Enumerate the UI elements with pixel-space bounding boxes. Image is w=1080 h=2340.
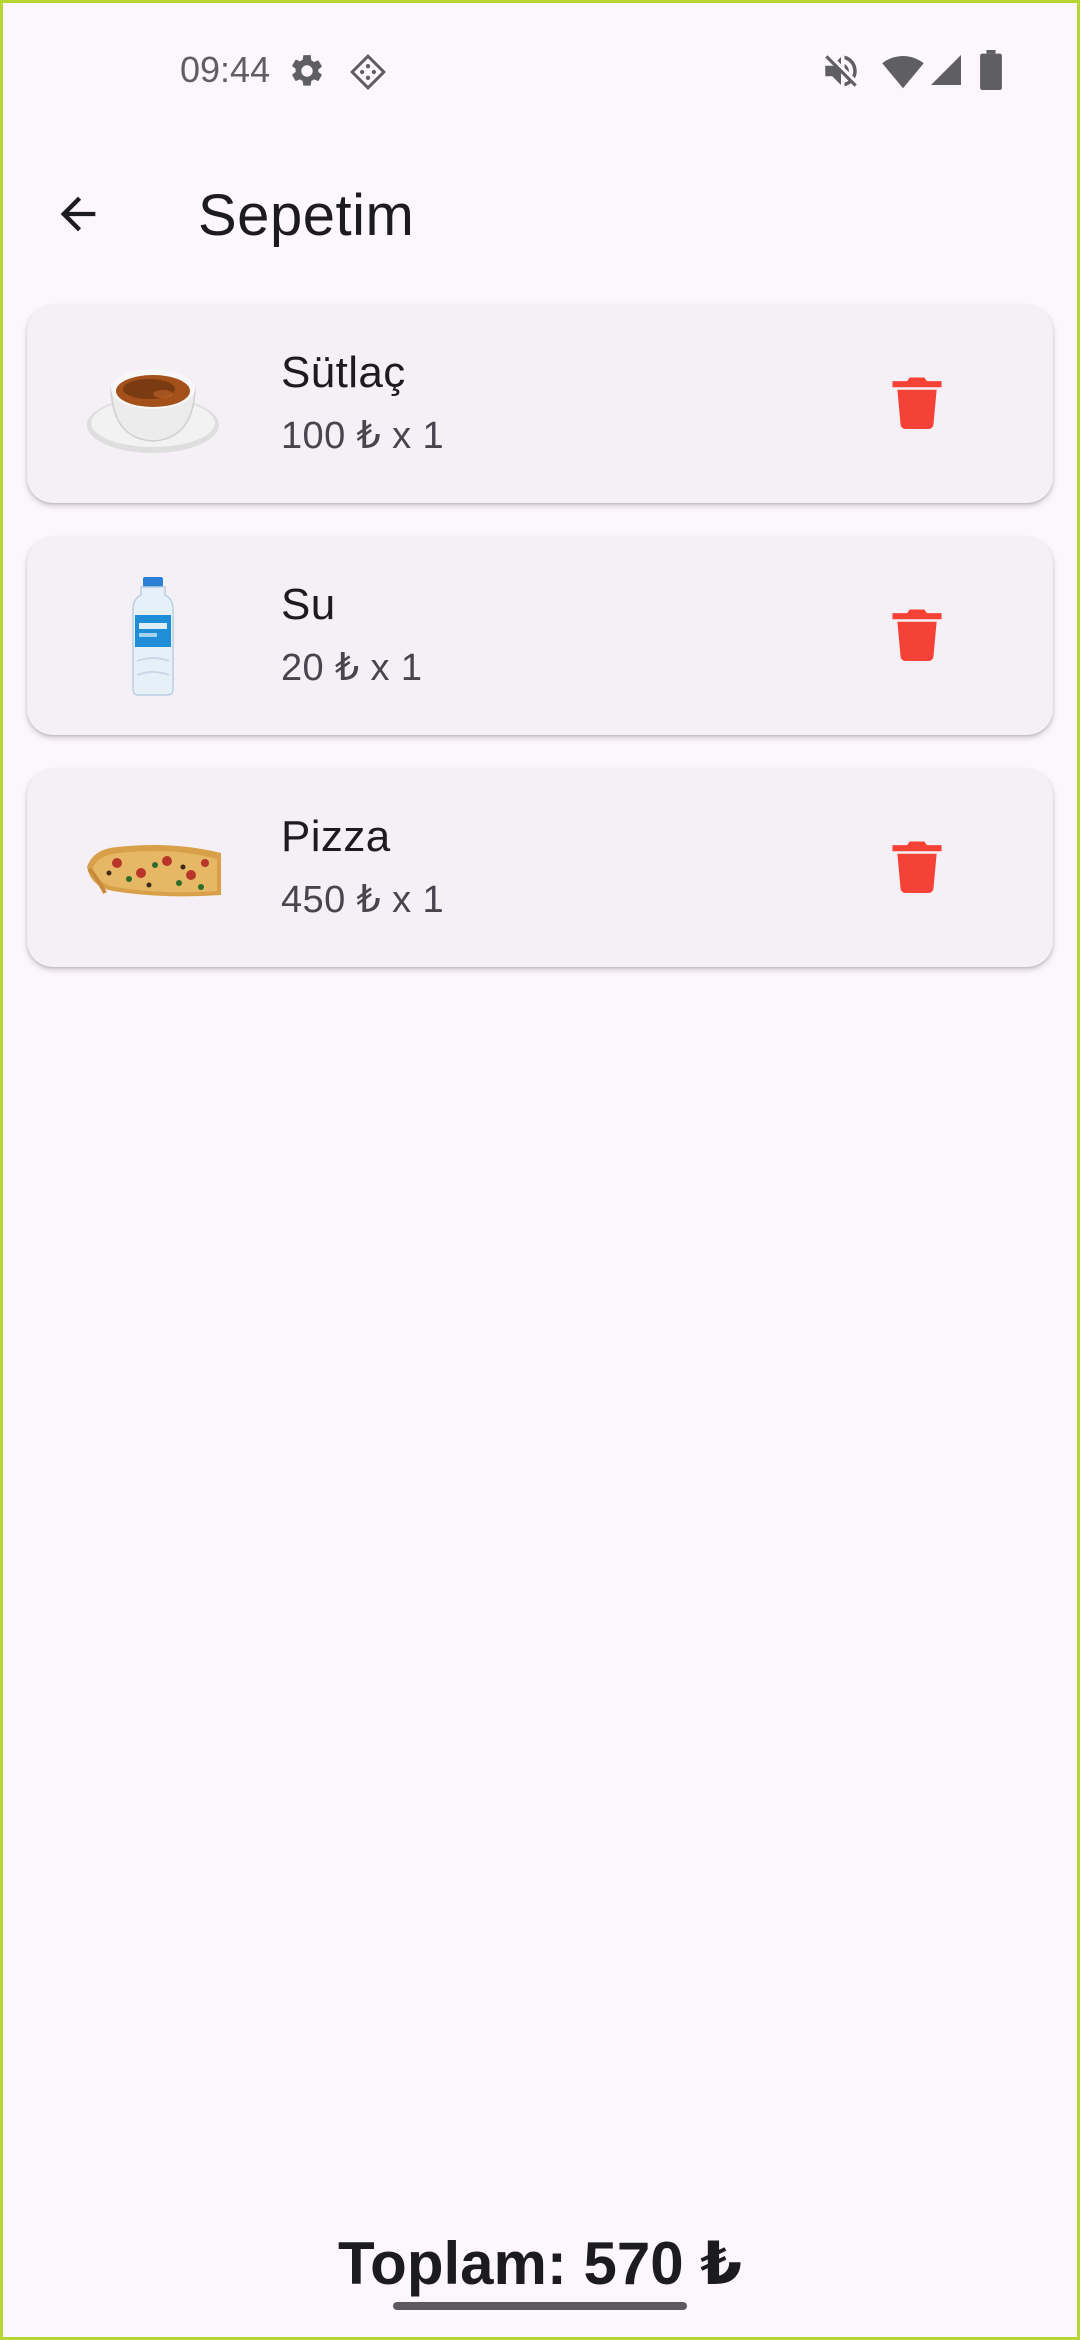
cart-item: Pizza 450 ₺ x 1	[27, 769, 1053, 967]
item-price: 20 ₺ x 1	[281, 647, 423, 689]
item-name: Pizza	[281, 812, 391, 861]
arrow-left-icon	[52, 188, 104, 245]
cell-signal-icon	[928, 52, 964, 88]
battery-icon	[980, 50, 1002, 90]
item-price: 100 ₺ x 1	[281, 415, 444, 457]
home-indicator[interactable]	[393, 2302, 687, 2310]
item-name: Su	[281, 580, 336, 629]
trash-icon	[892, 839, 942, 898]
cart-item: Su 20 ₺ x 1	[27, 537, 1053, 735]
status-time: 09:44	[180, 49, 271, 90]
cart-item: Sütlaç 100 ₺ x 1	[27, 305, 1053, 503]
status-bar: 09:44	[0, 0, 1080, 140]
pizza-image	[83, 803, 223, 933]
trash-icon	[892, 375, 942, 434]
app-bar: Sepetim	[0, 150, 1080, 280]
back-button[interactable]	[40, 178, 116, 254]
water-bottle-image	[83, 571, 223, 701]
wifi-icon	[882, 52, 924, 90]
cart-list: Sütlaç 100 ₺ x 1 Su 20 ₺ x 1 Pizza 450 ₺…	[27, 305, 1053, 1001]
gear-icon	[288, 52, 326, 90]
delete-button[interactable]	[877, 828, 957, 908]
total-amount: Toplam: 570 ₺	[337, 2230, 743, 2297]
item-price: 450 ₺ x 1	[281, 879, 444, 921]
diamond-app-icon	[348, 52, 388, 92]
delete-button[interactable]	[877, 364, 957, 444]
trash-icon	[892, 607, 942, 666]
sutlac-image	[83, 339, 223, 469]
item-name: Sütlaç	[281, 348, 406, 397]
page-title: Sepetim	[198, 183, 415, 248]
mute-icon	[820, 50, 862, 92]
delete-button[interactable]	[877, 596, 957, 676]
